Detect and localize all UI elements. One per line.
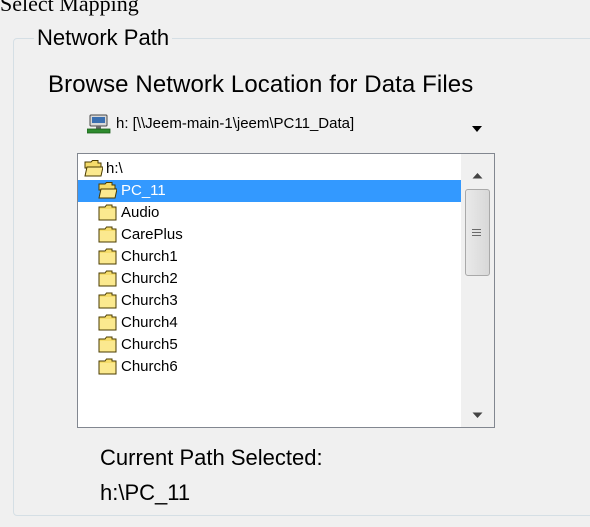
folder-label: Church3 <box>121 292 178 309</box>
folder-list-item[interactable]: Church6 <box>78 356 461 378</box>
folder-label: Church5 <box>121 336 178 353</box>
scroll-down-icon[interactable] <box>472 406 483 424</box>
folder-label: PC_11 <box>121 182 166 199</box>
folder-label: Church2 <box>121 270 178 287</box>
folder-label: Church1 <box>121 248 178 265</box>
drive-select[interactable]: h: [\\Jeem-main-1\jeem\PC11_Data] <box>79 110 498 138</box>
network-drive-icon <box>86 114 111 139</box>
browse-label: Browse Network Location for Data Files <box>48 71 474 98</box>
window-title: Select Mapping <box>0 0 139 16</box>
folder-label: CarePlus <box>121 226 183 243</box>
vertical-scrollbar[interactable] <box>461 154 494 427</box>
folder-list-item[interactable]: Church5 <box>78 334 461 356</box>
folder-listbox[interactable]: h:\ PC_11 Audio CarePlus Church1 Church2 Churc… <box>77 153 495 428</box>
scroll-grip-icon <box>472 224 481 242</box>
folder-list-item[interactable]: h:\ <box>78 158 461 180</box>
folder-list-item[interactable]: Church4 <box>78 312 461 334</box>
folder-list-item[interactable]: PC_11 <box>78 180 461 202</box>
folder-list: h:\ PC_11 Audio CarePlus Church1 Church2 Churc… <box>78 158 461 378</box>
folder-list-item[interactable]: Church3 <box>78 290 461 312</box>
chevron-down-icon[interactable] <box>471 120 483 138</box>
scroll-up-icon[interactable] <box>472 166 483 184</box>
folder-label: Church4 <box>121 314 178 331</box>
folder-list-item[interactable]: CarePlus <box>78 224 461 246</box>
groupbox-legend: Network Path <box>34 25 173 51</box>
folder-label: Church6 <box>121 358 178 375</box>
folder-list-item[interactable]: Audio <box>78 202 461 224</box>
folder-label: Audio <box>121 204 160 221</box>
drive-select-value: h: [\\Jeem-main-1\jeem\PC11_Data] <box>116 115 355 132</box>
folder-list-item[interactable]: Church2 <box>78 268 461 290</box>
current-path-value: h:\PC_11 <box>100 480 191 505</box>
folder-label: h:\ <box>106 160 123 177</box>
current-path-label: Current Path Selected: <box>100 445 323 470</box>
folder-list-item[interactable]: Church1 <box>78 246 461 268</box>
folder-icon <box>98 358 117 382</box>
